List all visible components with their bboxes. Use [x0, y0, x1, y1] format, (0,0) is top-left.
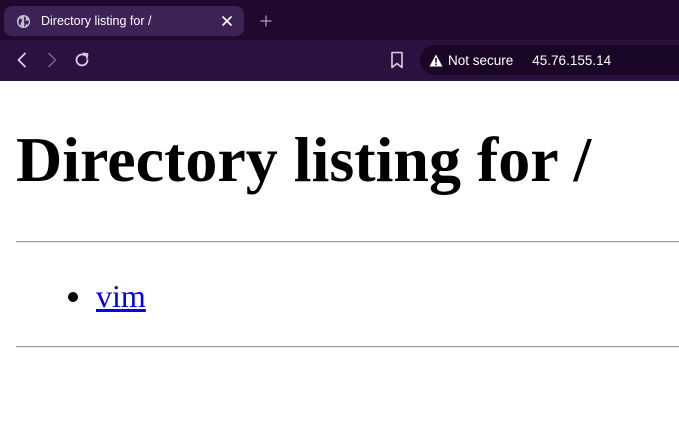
tab-title: Directory listing for /	[41, 14, 152, 28]
tab-strip: Directory listing for /	[0, 0, 679, 40]
warning-icon	[429, 53, 443, 67]
plus-icon[interactable]	[256, 11, 276, 31]
reload-icon[interactable]	[72, 50, 92, 70]
globe-icon	[16, 14, 31, 29]
url-text[interactable]: 45.76.155.14	[532, 53, 611, 68]
close-icon[interactable]	[220, 14, 234, 28]
list-item: vim	[68, 278, 146, 314]
back-arrow-icon[interactable]	[12, 50, 32, 70]
divider	[16, 241, 679, 243]
bullet-icon	[68, 292, 78, 302]
security-indicator[interactable]: Not secure	[429, 53, 513, 68]
directory-list: vim	[68, 278, 146, 314]
forward-arrow-icon[interactable]	[42, 50, 62, 70]
active-tab[interactable]: Directory listing for /	[4, 6, 244, 36]
bookmark-icon[interactable]	[387, 50, 407, 70]
security-label: Not secure	[448, 52, 514, 68]
page-title: Directory listing for /	[16, 124, 592, 195]
divider	[16, 346, 679, 348]
page-content: Directory listing for / vim	[0, 81, 679, 424]
address-bar[interactable]: Not secure 45.76.155.14	[420, 45, 679, 75]
directory-entry-link[interactable]: vim	[96, 278, 146, 314]
